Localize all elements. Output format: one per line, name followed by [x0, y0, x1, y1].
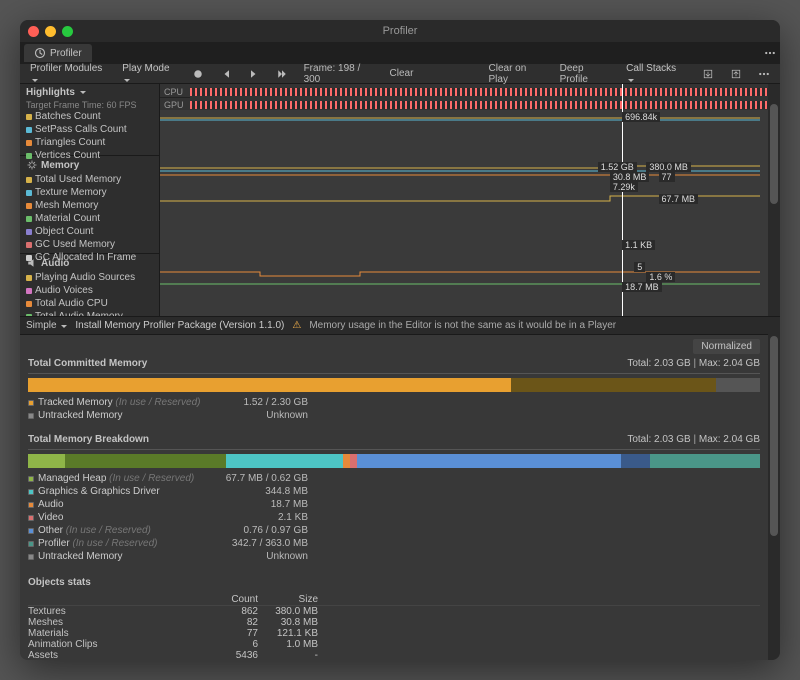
memory-row: Tracked Memory (In use / Reserved)1.52 /…: [28, 396, 760, 409]
clear-button[interactable]: Clear: [384, 66, 420, 81]
memory-row: Audio 18.7 MB: [28, 498, 760, 511]
prev-frame-button[interactable]: [214, 66, 238, 82]
memory-row: Untracked Memory Unknown: [28, 409, 760, 422]
module-audio[interactable]: Audio Playing Audio SourcesAudio VoicesT…: [20, 254, 159, 316]
window-controls: [28, 26, 73, 37]
more-icon[interactable]: [764, 47, 776, 59]
toolbar: Profiler Modules Play Mode Frame: 198 / …: [20, 64, 780, 84]
last-frame-button[interactable]: [270, 66, 294, 82]
legend-item: Total Audio CPU: [26, 297, 153, 310]
titlebar: Profiler: [20, 20, 780, 42]
maximize-icon[interactable]: [62, 26, 73, 37]
window-title: Profiler: [383, 25, 418, 37]
committed-section: Total Committed Memory Total: 2.03 GB | …: [28, 354, 760, 374]
legend-item: Object Count: [26, 225, 153, 238]
memory-row: Untracked Memory Unknown: [28, 550, 760, 563]
tab-profiler[interactable]: Profiler: [24, 44, 92, 62]
legend-item: GC Used Memory: [26, 238, 153, 251]
clear-on-play-toggle[interactable]: Clear on Play: [483, 61, 550, 87]
warning-text: Memory usage in the Editor is not the sa…: [309, 320, 616, 331]
legend-item: Audio Voices: [26, 284, 153, 297]
close-icon[interactable]: [28, 26, 39, 37]
table-row: Meshes8230.8 MB: [28, 617, 760, 628]
minimize-icon[interactable]: [45, 26, 56, 37]
install-package-link[interactable]: Install Memory Profiler Package (Version…: [75, 320, 284, 331]
normalized-toggle[interactable]: Normalized: [693, 339, 760, 354]
table-row: Materials77121.1 KB: [28, 628, 760, 639]
legend-item: Texture Memory: [26, 186, 153, 199]
tab-icon: [34, 47, 46, 59]
load-button[interactable]: [724, 66, 748, 82]
memory-row: Profiler (In use / Reserved)342.7 / 363.…: [28, 537, 760, 550]
legend-item: Playing Audio Sources: [26, 271, 153, 284]
speaker-icon: [26, 257, 38, 269]
objects-section: Objects stats: [28, 573, 760, 592]
legend-item: Batches Count: [26, 110, 153, 123]
chart-scrollbar[interactable]: [768, 84, 780, 316]
warning-icon: ⚠: [292, 320, 301, 331]
legend-item: Mesh Memory: [26, 199, 153, 212]
breakdown-bar: [28, 454, 760, 468]
detail-bar: Simple Install Memory Profiler Package (…: [20, 316, 780, 334]
next-frame-button[interactable]: [242, 66, 266, 82]
objects-table: CountSize Textures862380.0 MBMeshes8230.…: [28, 594, 760, 660]
detail-mode-dropdown[interactable]: Simple: [26, 320, 67, 331]
tab-label: Profiler: [50, 48, 82, 59]
table-row: Assets5436-: [28, 650, 760, 660]
committed-bar: [28, 378, 760, 392]
table-row: Animation Clips61.0 MB: [28, 639, 760, 650]
table-row: Textures862380.0 MB: [28, 606, 760, 617]
profiler-modules-dropdown[interactable]: Profiler Modules: [24, 61, 112, 87]
deep-profile-toggle[interactable]: Deep Profile: [554, 61, 617, 87]
module-memory[interactable]: Memory Total Used MemoryTexture MemoryMe…: [20, 156, 159, 254]
details-panel: Normalized Total Committed Memory Total:…: [20, 334, 768, 660]
breakdown-section: Total Memory Breakdown Total: 2.03 GB | …: [28, 430, 760, 450]
modules-panel: Highlights Target Frame Time: 60 FPS Bat…: [20, 84, 160, 316]
legend-item: SetPass Calls Count: [26, 123, 153, 136]
toolbar-more-icon[interactable]: [752, 66, 776, 82]
legend-item: Material Count: [26, 212, 153, 225]
profiler-charts: Highlights Target Frame Time: 60 FPS Bat…: [20, 84, 780, 316]
chart-panel[interactable]: CPU GPU 696.84k: [160, 84, 768, 316]
memory-row: Managed Heap (In use / Reserved)67.7 MB …: [28, 472, 760, 485]
details-scrollbar[interactable]: [768, 334, 780, 660]
legend-item: Total Used Memory: [26, 173, 153, 186]
legend-item: Triangles Count: [26, 136, 153, 149]
record-button[interactable]: [186, 66, 210, 82]
play-mode-dropdown[interactable]: Play Mode: [116, 61, 181, 87]
memory-row: Video 2.1 KB: [28, 511, 760, 524]
frame-indicator[interactable]: Frame: 198 / 300: [298, 61, 380, 87]
memory-row: Other (In use / Reserved)0.76 / 0.97 GB: [28, 524, 760, 537]
module-highlights[interactable]: Highlights Target Frame Time: 60 FPS Bat…: [20, 84, 159, 156]
gear-icon: [26, 159, 38, 171]
profiler-window: Profiler Profiler Profiler Modules Play …: [20, 20, 780, 660]
save-button[interactable]: [696, 66, 720, 82]
call-stacks-dropdown[interactable]: Call Stacks: [620, 61, 688, 87]
memory-row: Graphics & Graphics Driver 344.8 MB: [28, 485, 760, 498]
